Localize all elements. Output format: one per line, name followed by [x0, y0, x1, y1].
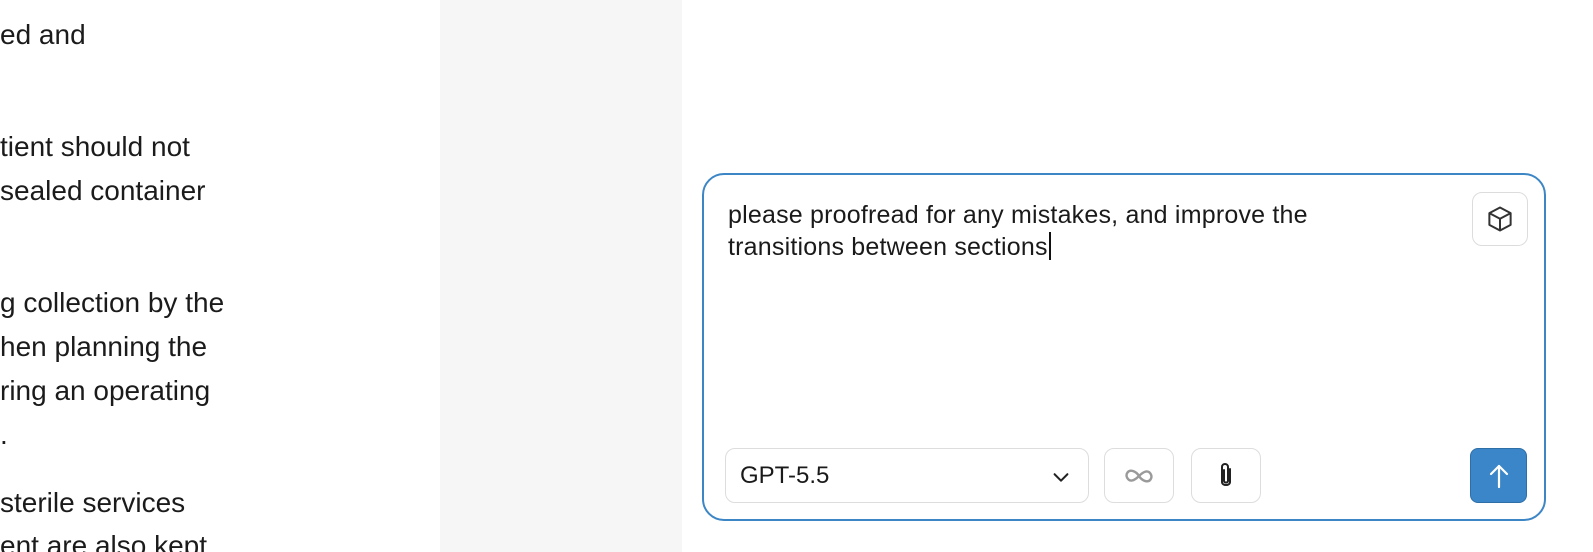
- chevron-down-icon: [1053, 473, 1069, 482]
- document-text-line: sealed container: [0, 175, 206, 206]
- document-text-line: hen planning the: [0, 331, 208, 362]
- document-text-line: sterile services: [0, 487, 186, 518]
- document-text-line: ed and: [0, 19, 86, 50]
- arrow-up-icon: [1489, 464, 1508, 488]
- paperclip-icon: [1221, 462, 1231, 486]
- chat-composer[interactable]: please proofread for any mistakes, and i…: [702, 173, 1546, 521]
- infinite-mode-button[interactable]: [1104, 448, 1174, 503]
- document-text-line: ring an operating: [0, 375, 211, 406]
- document-pane: ed and tient should not sealed container…: [0, 0, 440, 552]
- prompt-input[interactable]: please proofread for any mistakes, and i…: [728, 199, 1428, 263]
- document-text-line: .: [0, 419, 8, 450]
- attach-file-button[interactable]: [1191, 448, 1261, 503]
- prompt-text: please proofread for any mistakes, and i…: [728, 201, 1308, 261]
- model-select[interactable]: GPT-5.5: [725, 448, 1089, 503]
- document-text-line: g collection by the: [0, 287, 225, 318]
- text-caret: [1048, 232, 1051, 260]
- document-text-line: tient should not: [0, 131, 190, 162]
- document-text-line: ent are also kept: [0, 530, 208, 552]
- pane-gutter: [440, 0, 682, 552]
- cube-icon: [1488, 206, 1512, 232]
- send-button[interactable]: [1470, 448, 1527, 503]
- context-cube-button[interactable]: [1472, 192, 1528, 246]
- model-select-value: GPT-5.5: [740, 462, 830, 489]
- infinity-icon: [1125, 469, 1153, 482]
